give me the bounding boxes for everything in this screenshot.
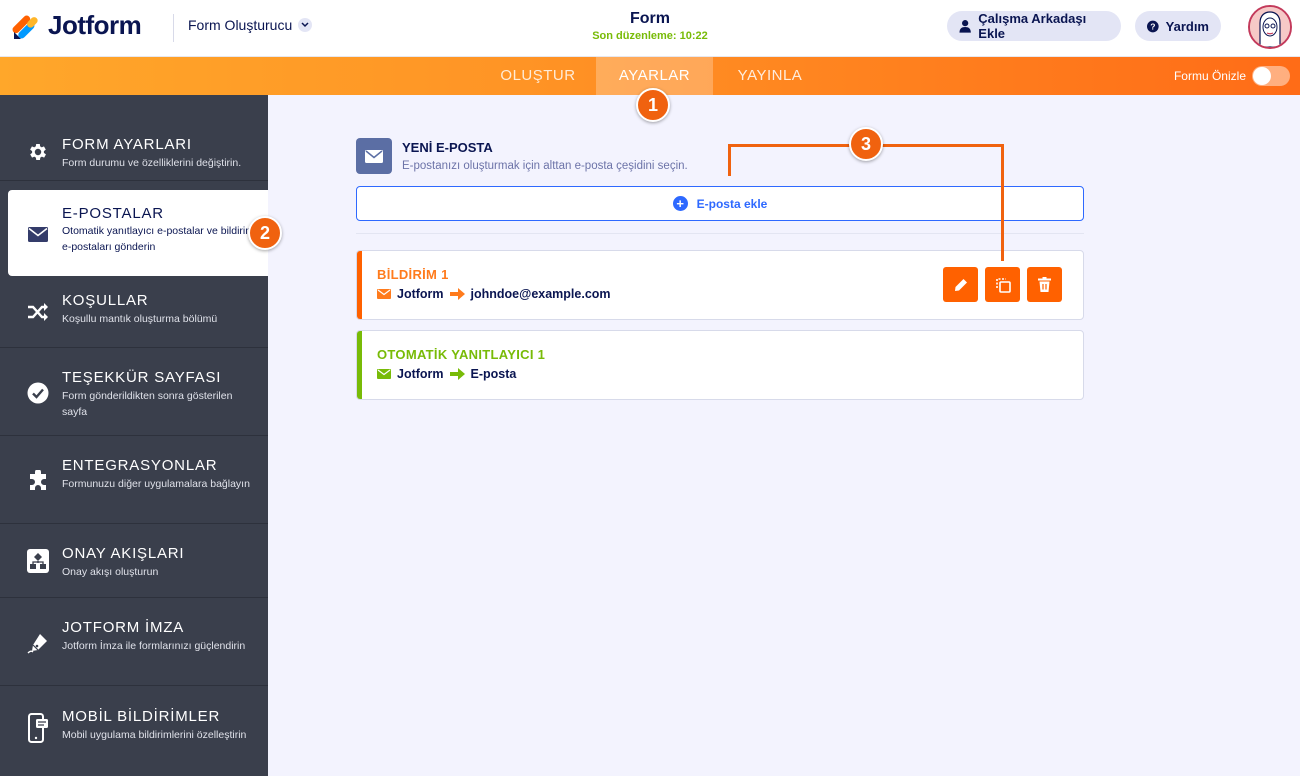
- edit-email-button[interactable]: [943, 267, 978, 302]
- sidebar-item-title: MOBİL BİLDİRİMLER: [62, 708, 221, 725]
- mobile-icon: [26, 713, 50, 743]
- email-route: Jotform johndoe@example.com: [377, 287, 611, 301]
- envelope-icon: [377, 289, 391, 299]
- sidebar-item-thank-you-page[interactable]: TEŞEKKÜR SAYFASI Form gönderildikten son…: [0, 348, 268, 436]
- pencil-icon: [954, 278, 967, 291]
- avatar-illustration: [1250, 7, 1290, 47]
- email-card-notification[interactable]: BİLDİRİM 1 Jotform johndoe@example.com: [356, 250, 1084, 320]
- plus-circle-icon: +: [672, 196, 688, 211]
- sidebar-item-desc: Mobil uygulama bildirimlerini özelleştir…: [62, 729, 247, 741]
- new-email-icon-box: [356, 138, 392, 174]
- delete-email-button[interactable]: [1027, 267, 1062, 302]
- sidebar-item-title: JOTFORM İMZA: [62, 619, 185, 636]
- clone-email-button[interactable]: [985, 267, 1020, 302]
- add-collaborator-button[interactable]: Çalışma Arkadaşı Ekle: [947, 11, 1121, 41]
- envelope-icon: [26, 222, 50, 246]
- gear-icon: [26, 140, 50, 164]
- sidebar-item-title: FORM AYARLARI: [62, 136, 192, 153]
- sidebar-item-title: ENTEGRASYONLAR: [62, 457, 218, 474]
- pen-icon: [26, 631, 50, 655]
- puzzle-icon: [26, 469, 50, 493]
- email-card-title: OTOMATİK YANITLAYICI 1: [377, 347, 546, 362]
- sidebar-item-integrations[interactable]: ENTEGRASYONLAR Formunuzu diğer uygulamal…: [0, 436, 268, 524]
- card-accent-bar: [357, 331, 362, 399]
- new-email-description: E-postanızı oluşturmak için alttan e-pos…: [402, 160, 688, 172]
- email-from: Jotform: [397, 367, 444, 381]
- sidebar-item-mobile-notifications[interactable]: MOBİL BİLDİRİMLER Mobil uygulama bildiri…: [0, 686, 268, 776]
- sidebar-item-desc: Form durumu ve özelliklerini değiştirin.: [62, 157, 242, 169]
- arrow-right-icon: [449, 368, 465, 380]
- email-card-autoresponder[interactable]: OTOMATİK YANITLAYICI 1 Jotform E-posta: [356, 330, 1084, 400]
- envelope-icon: [377, 369, 391, 379]
- callout-line: [1001, 144, 1004, 261]
- settings-sidebar: FORM AYARLARI Form durumu ve özellikleri…: [0, 95, 268, 776]
- envelope-icon: [365, 149, 383, 163]
- sidebar-item-conditions[interactable]: KOŞULLAR Koşullu mantık oluşturma bölümü: [0, 276, 268, 348]
- add-email-label: E-posta ekle: [696, 196, 768, 211]
- trash-icon: [1038, 277, 1051, 292]
- sidebar-item-desc: Formunuzu diğer uygulamalara bağlayın: [62, 478, 250, 490]
- sidebar-item-desc: Koşullu mantık oluşturma bölümü: [62, 313, 218, 325]
- sidebar-item-title: ONAY AKIŞLARI: [62, 545, 185, 562]
- section-divider: [356, 233, 1084, 234]
- builder-label: Form Oluşturucu: [188, 17, 293, 33]
- jotform-logo-icon: [12, 15, 38, 39]
- clone-icon: [995, 277, 1011, 293]
- sidebar-item-desc: Jotform İmza ile formlarınızı güçlendiri…: [62, 640, 246, 652]
- shuffle-icon: [26, 300, 50, 324]
- check-circle-icon: [26, 381, 50, 405]
- email-to: E-posta: [470, 367, 517, 381]
- sidebar-item-desc: Form gönderildikten sonra gösterilen say…: [62, 390, 233, 418]
- callout-line: [882, 144, 1004, 147]
- sidebar-item-title: TEŞEKKÜR SAYFASI: [62, 369, 222, 386]
- chevron-down-icon: [298, 18, 313, 32]
- step-badge-1: 1: [636, 88, 670, 122]
- arrow-right-icon: [449, 288, 465, 300]
- question-circle-icon: ?: [1147, 20, 1159, 32]
- callout-line: [728, 144, 731, 176]
- sidebar-item-approval-flows[interactable]: ONAY AKIŞLARI Onay akışı oluşturun: [0, 524, 268, 598]
- step-badge-2: 2: [248, 216, 282, 250]
- svg-text:?: ?: [1150, 21, 1155, 31]
- sidebar-item-title: KOŞULLAR: [62, 292, 149, 309]
- card-accent-bar: [357, 251, 362, 319]
- email-to: johndoe@example.com: [470, 287, 611, 301]
- help-button[interactable]: ? Yardım: [1135, 11, 1221, 41]
- flow-icon: [26, 549, 50, 573]
- tab-build[interactable]: OLUŞTUR: [480, 57, 596, 95]
- sidebar-item-jotform-sign[interactable]: JOTFORM İMZA Jotform İmza ile formlarını…: [0, 598, 268, 686]
- preview-toggle[interactable]: [1252, 66, 1290, 86]
- sidebar-item-desc: Onay akışı oluşturun: [62, 566, 159, 578]
- help-label: Yardım: [1165, 18, 1209, 34]
- top-header: Jotform Form Oluşturucu Form Son düzenle…: [0, 0, 1300, 57]
- user-icon: [959, 20, 971, 33]
- user-avatar[interactable]: [1248, 5, 1292, 49]
- new-email-title: YENİ E-POSTA: [402, 140, 493, 155]
- step-badge-3: 3: [849, 127, 883, 161]
- email-route: Jotform E-posta: [377, 367, 516, 381]
- add-email-button[interactable]: + E-posta ekle: [356, 186, 1084, 221]
- sidebar-item-form-settings[interactable]: FORM AYARLARI Form durumu ve özellikleri…: [0, 95, 268, 181]
- add-collaborator-label: Çalışma Arkadaşı Ekle: [978, 11, 1087, 41]
- form-preview-control[interactable]: Formu Önizle: [1174, 66, 1290, 86]
- sidebar-item-emails[interactable]: E-POSTALAR Otomatik yanıtlayıcı e-postal…: [8, 190, 268, 276]
- callout-line: [728, 144, 852, 147]
- email-from: Jotform: [397, 287, 444, 301]
- sidebar-item-desc: Otomatik yanıtlayıcı e-postalar ve bildi…: [62, 225, 254, 253]
- tab-publish[interactable]: YAYINLA: [713, 57, 827, 95]
- sidebar-item-title: E-POSTALAR: [62, 205, 164, 222]
- brand-name: Jotform: [48, 10, 142, 40]
- header-divider: [173, 14, 174, 42]
- email-card-title: BİLDİRİM 1: [377, 267, 449, 282]
- preview-label: Formu Önizle: [1173, 69, 1246, 83]
- jotform-logo[interactable]: Jotform: [12, 10, 142, 41]
- builder-dropdown[interactable]: Form Oluşturucu: [188, 17, 313, 33]
